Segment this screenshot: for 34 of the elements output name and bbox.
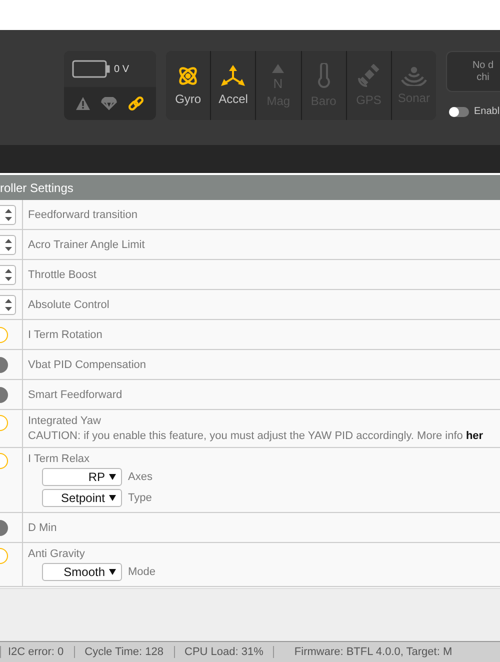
select-label: Axes <box>128 471 152 483</box>
up-down-arrows-icon <box>5 238 12 250</box>
dropdown-select[interactable]: Smooth <box>42 563 122 581</box>
caret-icon <box>109 474 116 480</box>
setting-label: I Term Relax <box>28 453 91 465</box>
dropdown-select[interactable]: Setpoint <box>42 489 122 507</box>
status-bar: I2C error: 0 Cycle Time: 128 CPU Load: 31% Firmware: BTFL 4.0.0, Target: M <box>0 641 500 662</box>
setting-label: D Min <box>28 522 58 534</box>
sensor-indicator: Accel <box>211 51 256 120</box>
setting-label: Throttle Boost <box>28 268 98 280</box>
dropdown-select[interactable]: RP <box>42 468 122 486</box>
select-label: Type <box>128 492 152 504</box>
battery-voltage: 0 V <box>114 64 130 74</box>
caution-note: CAUTION: if you enable this feature, you must adjust the YAW PID accordingly. More info her <box>28 430 484 442</box>
caret-icon <box>109 495 116 501</box>
setting-label: Anti Gravity <box>28 548 86 560</box>
setting-label: Feedforward transition <box>28 208 138 220</box>
up-down-arrows-icon <box>5 268 12 280</box>
battery-icon <box>72 60 110 78</box>
expert-mode-switch[interactable] <box>449 106 469 116</box>
expert-mode-label: Enabl <box>474 106 500 117</box>
setting-label: Absolute Control <box>28 298 110 310</box>
setting-label: Smart Feedforward <box>28 388 124 400</box>
caret-icon <box>109 569 116 575</box>
section-header: roller Settings <box>0 175 500 200</box>
select-label: Mode <box>128 566 156 578</box>
dataflash-status: No d chi <box>446 51 500 92</box>
setting-label: Vbat PID Compensation <box>28 358 148 370</box>
setting-label: I Term Rotation <box>28 328 104 340</box>
up-down-arrows-icon <box>5 298 12 310</box>
up-down-arrows-icon <box>5 208 12 220</box>
setting-label: Acro Trainer Angle Limit <box>28 238 146 250</box>
setting-label: Integrated Yaw <box>28 415 102 427</box>
sensor-indicator: Gyro <box>166 51 212 120</box>
